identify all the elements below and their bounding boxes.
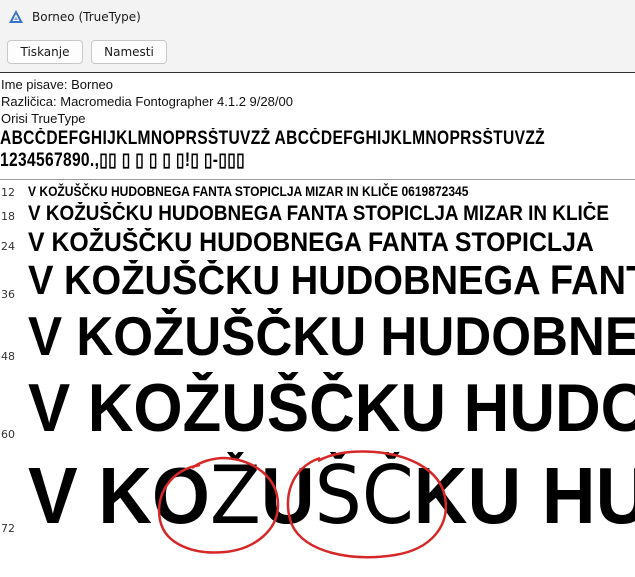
charset-letters: ABCČDEFGHIJKLMNOPRSŠTUVZŽ ABCČDEFGHIJKLM…	[0, 128, 546, 149]
title-bar: Borneo (TrueType)	[0, 0, 635, 34]
sample-row-60: 60 V KOŽUŠČKU HUDOB	[0, 372, 635, 444]
sample-row-36: 36 V KOŽUŠČKU HUDOBNEGA FANTA	[0, 260, 635, 304]
sample-text-prefix: V KO	[28, 452, 210, 540]
sample-row-12: 12 V KOŽUŠČKU HUDOBNEGA FANTA STOPICLJA …	[0, 182, 635, 202]
font-viewer-icon	[9, 10, 23, 23]
sample-text: V KOŽUŠČKU HUDOBNEGA FANTA	[28, 260, 635, 303]
sample-text: V KOŽUŠČKU HU	[28, 456, 635, 536]
sample-glyph-s-c-caron: ŠČ	[314, 452, 414, 542]
font-name: Ime pisave: Borneo	[1, 77, 114, 92]
sample-row-24: 24 V KOŽUŠČKU HUDOBNEGA FANTA STOPICLJA	[0, 228, 635, 258]
sample-text-suffix: KU HU	[413, 452, 635, 540]
print-button[interactable]: Tiskanje	[7, 40, 83, 64]
size-label: 48	[1, 350, 15, 363]
font-type: Orisi TrueType	[1, 111, 86, 126]
sample-row-18: 18 V KOŽUŠČKU HUDOBNEGA FANTA STOPICLJA …	[0, 202, 635, 228]
sample-row-72: 72 V KOŽUŠČKU HU	[0, 452, 635, 542]
size-label: 12	[1, 186, 15, 199]
sample-text: V KOŽUŠČKU HUDOB	[28, 372, 635, 444]
divider	[0, 179, 635, 180]
sample-text: V KOŽUŠČKU HUDOBNEGA	[28, 308, 635, 366]
window-title: Borneo (TrueType)	[32, 10, 141, 24]
size-label: 24	[1, 240, 15, 253]
sample-glyph-z-caron: Ž	[209, 452, 261, 542]
install-button[interactable]: Namesti	[91, 40, 167, 64]
character-set: ABCČDEFGHIJKLMNOPRSŠTUVZŽ ABCČDEFGHIJKLM…	[0, 128, 635, 176]
size-label: 72	[1, 522, 15, 535]
size-label: 60	[1, 428, 15, 441]
font-version: Različica: Macromedia Fontographer 4.1.2…	[1, 94, 293, 109]
font-info: Ime pisave: Borneo Različica: Macromedia…	[1, 76, 293, 127]
size-label: 36	[1, 288, 15, 301]
sample-text: V KOŽUŠČKU HUDOBNEGA FANTA STOPICLJA MIZ…	[28, 202, 610, 225]
charset-digits: 1234567890.,▯▯ ▯ ▯ ▯ ▯ ▯!▯ ▯-▯▯▯	[0, 150, 246, 171]
sample-text: V KOŽUŠČKU HUDOBNEGA FANTA STOPICLJA MIZ…	[28, 183, 469, 199]
size-label: 18	[1, 210, 15, 223]
toolbar: Tiskanje Namesti	[0, 34, 635, 73]
sample-row-48: 48 V KOŽUŠČKU HUDOBNEGA	[0, 308, 635, 366]
sample-glyph-u: U	[260, 452, 315, 540]
sample-text: V KOŽUŠČKU HUDOBNEGA FANTA STOPICLJA	[28, 228, 594, 257]
